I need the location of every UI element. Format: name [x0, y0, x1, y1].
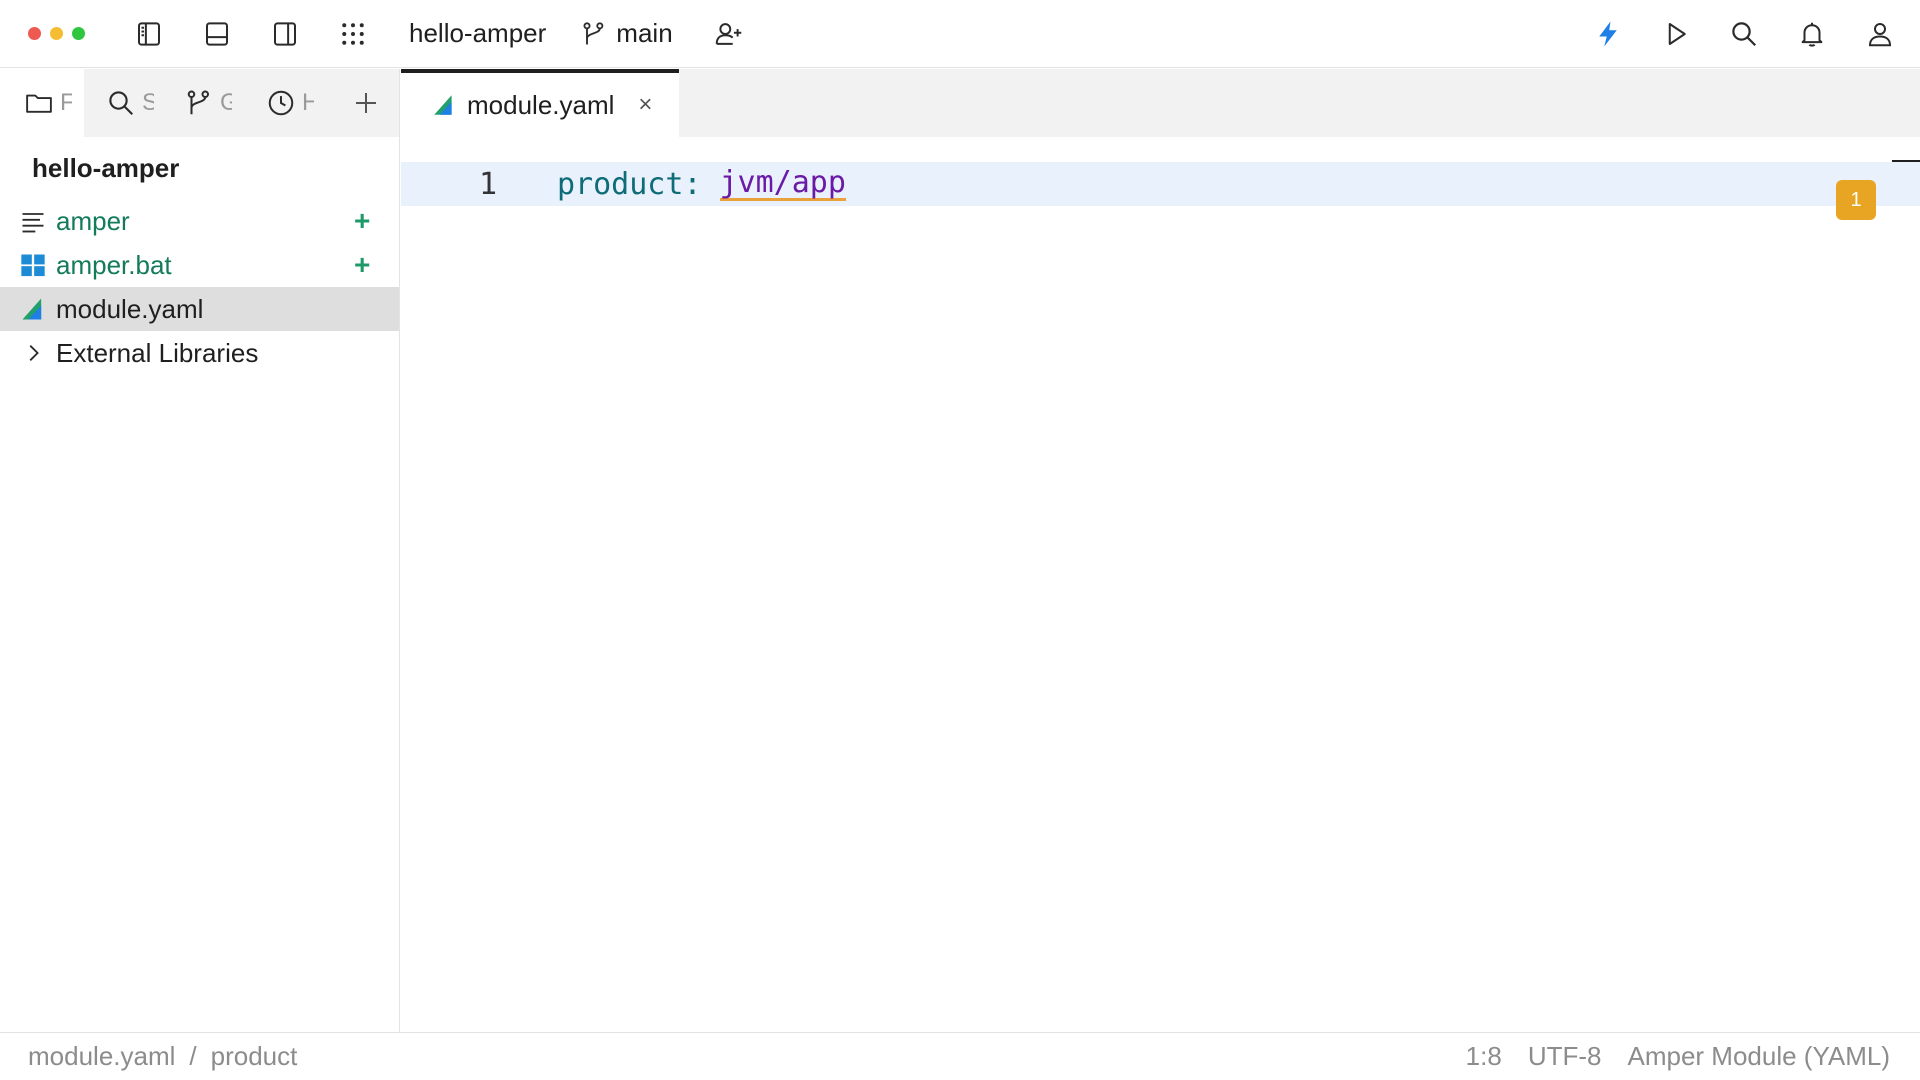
tree-item-label: amper — [56, 205, 130, 236]
toggle-bottom-panel-button[interactable] — [195, 12, 239, 56]
folder-icon — [26, 94, 52, 113]
project-sidebar: F S G H hello-amper amper + amper.bat + … — [0, 69, 400, 1032]
bottom-panel-icon — [206, 21, 228, 46]
breadcrumb-file[interactable]: module.yaml — [28, 1041, 175, 1072]
git-branch-icon — [583, 21, 604, 44]
toolbar-actions — [1586, 12, 1902, 56]
toggle-left-panel-button[interactable] — [127, 12, 171, 56]
account-button[interactable] — [1858, 12, 1902, 56]
left-panel-icon — [138, 21, 160, 46]
caret-position[interactable]: 1:8 — [1466, 1041, 1502, 1072]
vcs-added-badge: + — [354, 249, 371, 280]
tree-item-amper[interactable]: amper + — [0, 199, 399, 243]
line-number: 1 — [478, 166, 497, 202]
search-icon — [1732, 21, 1757, 46]
user-icon — [1868, 22, 1892, 46]
file-encoding[interactable]: UTF-8 — [1528, 1041, 1602, 1072]
chevron-right-icon[interactable] — [18, 342, 48, 364]
right-panel-icon — [274, 21, 296, 46]
breadcrumb-separator: / — [189, 1041, 197, 1071]
text-file-icon — [18, 206, 48, 236]
maximize-window-button[interactable] — [72, 27, 85, 40]
status-bar: module.yaml / product 1:8 UTF-8 Amper Mo… — [0, 1032, 1920, 1080]
clock-icon — [268, 90, 294, 116]
plus-icon — [356, 93, 376, 113]
main-menu-button[interactable] — [331, 12, 375, 56]
breadcrumb-key[interactable]: product — [211, 1041, 298, 1072]
tab-git-label: G — [220, 89, 232, 116]
yaml-colon: : — [683, 166, 702, 202]
bell-icon — [1801, 22, 1823, 47]
git-branch-icon — [187, 90, 210, 115]
editor-tab-label: module.yaml — [467, 89, 615, 120]
file-type[interactable]: Amper Module (YAML) — [1628, 1041, 1891, 1072]
tab-search[interactable]: S — [84, 69, 168, 137]
code-editor[interactable]: 1 product : jvm/app 1 — [401, 137, 1920, 1032]
editor-tab-bar: module.yaml × — [401, 69, 1920, 137]
tree-item-label: amper.bat — [56, 249, 172, 280]
tree-item-amper-bat[interactable]: amper.bat + — [0, 243, 399, 287]
amper-module-icon — [434, 95, 452, 115]
toggle-right-panel-button[interactable] — [263, 12, 307, 56]
grid-icon — [342, 22, 364, 45]
add-user-icon — [715, 22, 741, 45]
add-collaborator-button[interactable] — [707, 12, 751, 56]
editor-pane: module.yaml × 1 product : jvm/app 1 — [401, 69, 1920, 1032]
tab-git[interactable]: G — [168, 69, 252, 137]
tree-item-external-libraries[interactable]: External Libraries — [0, 331, 399, 375]
status-widgets: 1:8 UTF-8 Amper Module (YAML) — [1466, 1041, 1890, 1072]
search-icon — [109, 91, 134, 116]
tree-item-module-yaml[interactable]: module.yaml — [0, 287, 399, 331]
amper-module-icon — [18, 294, 48, 324]
problems-badge[interactable]: 1 — [1836, 180, 1876, 220]
windows-icon — [18, 250, 48, 280]
tab-history-label: H — [302, 89, 314, 116]
search-everywhere-button[interactable] — [1722, 12, 1766, 56]
tab-search-label: S — [142, 89, 154, 116]
close-tab-icon[interactable]: × — [638, 91, 652, 119]
project-switcher[interactable]: hello-amper — [409, 18, 546, 49]
tree-item-label: module.yaml — [56, 293, 204, 324]
lightning-icon — [1599, 21, 1617, 46]
tab-history[interactable]: H — [252, 69, 336, 137]
branch-name: main — [616, 18, 673, 48]
tree-item-label: External Libraries — [56, 337, 259, 368]
run-button[interactable] — [1654, 12, 1698, 56]
project-root[interactable]: hello-amper — [0, 137, 399, 199]
tab-files[interactable]: F — [0, 69, 84, 137]
close-window-button[interactable] — [28, 27, 41, 40]
yaml-key: product — [557, 166, 684, 202]
vcs-added-badge: + — [354, 205, 371, 236]
ai-assistant-button[interactable] — [1586, 12, 1630, 56]
add-tab-button[interactable] — [336, 69, 396, 137]
sidebar-tabs: F S G H — [0, 69, 399, 137]
minimize-window-button[interactable] — [50, 27, 63, 40]
yaml-value: jvm/app — [719, 164, 846, 202]
code-line[interactable]: 1 product : jvm/app — [401, 162, 1920, 206]
window-controls — [28, 27, 85, 40]
title-bar: hello-amper main — [0, 0, 1920, 68]
branch-switcher[interactable]: main — [580, 18, 673, 49]
play-icon — [1668, 22, 1686, 45]
editor-tab-module-yaml[interactable]: module.yaml × — [401, 69, 679, 137]
tab-files-label: F — [60, 89, 72, 116]
breadcrumb: module.yaml / product — [28, 1041, 297, 1072]
notifications-button[interactable] — [1790, 12, 1834, 56]
